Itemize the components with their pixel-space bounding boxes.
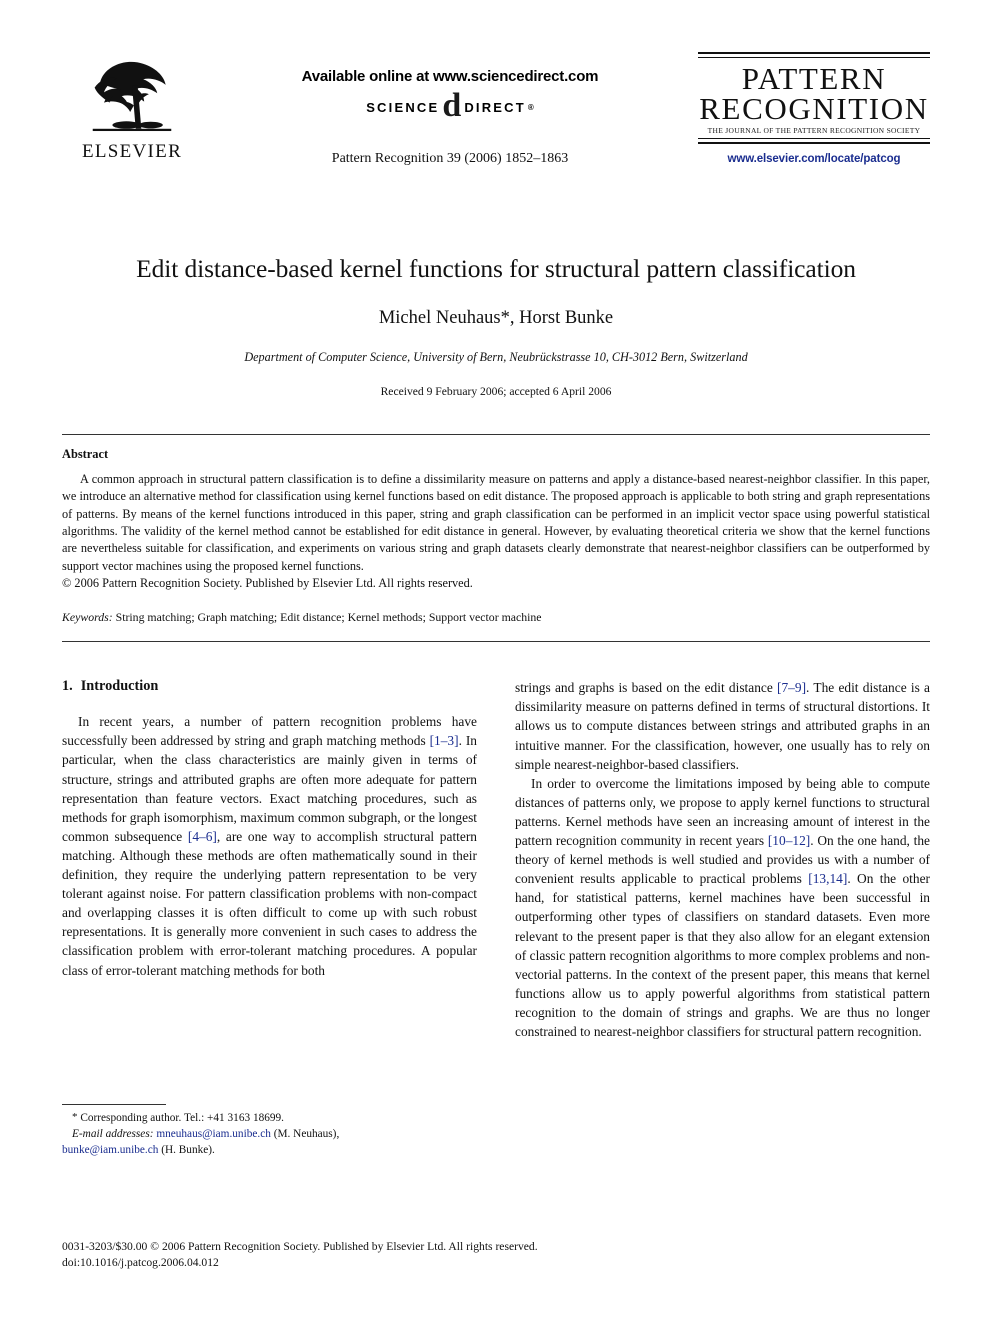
email-addresses-label: E-mail addresses: — [72, 1128, 154, 1141]
citation-ref-13-14[interactable]: [13,14] — [808, 871, 847, 886]
corresponding-author-text: Corresponding author. Tel.: +41 3163 186… — [77, 1112, 285, 1125]
email-owner-neuhaus: (M. Neuhaus), — [270, 1128, 340, 1141]
right-p2-part-c: . On the other hand, for statistical pat… — [515, 871, 930, 1039]
masthead: ELSEVIER Available online at www.science… — [62, 0, 930, 212]
available-online-text: Available online at www.sciencedirect.co… — [301, 68, 599, 85]
email-note: E-mail addresses: mneuhaus@iam.unibe.ch … — [62, 1126, 477, 1142]
left-paragraph-1: In recent years, a number of pattern rec… — [62, 712, 477, 979]
keywords-values: String matching; Graph matching; Edit di… — [115, 610, 542, 625]
citation-ref-7-9[interactable]: [7–9] — [777, 680, 806, 695]
author-affiliation: Department of Computer Science, Universi… — [244, 350, 748, 364]
section-title: Introduction — [80, 678, 159, 695]
journal-citation-line: Pattern Recognition 39 (2006) 1852–1863 — [331, 151, 569, 167]
journal-logo-line1: PATTERN — [741, 61, 887, 96]
right-column: strings and graphs is based on the edit … — [515, 678, 930, 1158]
email-link-neuhaus[interactable]: mneuhaus@iam.unibe.ch — [156, 1128, 271, 1140]
footnote-divider — [62, 1104, 166, 1106]
abstract-section: Abstract A common approach in structural… — [62, 435, 930, 625]
section-heading-introduction: 1. Introduction — [62, 678, 477, 695]
email-link-bunke[interactable]: bunke@iam.unibe.ch — [62, 1144, 158, 1156]
section-number: 1. — [62, 678, 73, 695]
left-p1-part-b: . In particular, when the class characte… — [62, 733, 477, 844]
elsevier-wordmark: ELSEVIER — [81, 141, 183, 162]
issn-copyright-line: 0031-3203/$30.00 © 2006 Pattern Recognit… — [62, 1239, 538, 1253]
journal-logo: PATTERN RECOGNITION THE JOURNAL OF THE P… — [698, 52, 930, 165]
journal-homepage-link[interactable]: www.elsevier.com/locate/patcog — [698, 153, 930, 165]
article-first-page: ELSEVIER Available online at www.science… — [0, 0, 992, 1323]
elsevier-tree-icon — [92, 61, 172, 132]
abstract-bottom-divider — [62, 641, 930, 643]
citation-ref-4-6[interactable]: [4–6] — [188, 829, 217, 844]
left-p1-part-a: In recent years, a number of pattern rec… — [62, 714, 477, 749]
doi-line: doi:10.1016/j.patcog.2006.04.012 — [62, 1255, 219, 1269]
keywords-label: Keywords: — [62, 610, 113, 625]
registered-trademark-icon: ® — [527, 103, 534, 113]
abstract-body: A common approach in structural pattern … — [62, 472, 930, 573]
article-title: Edit distance-based kernel functions for… — [136, 254, 856, 283]
right-paragraph-2: In order to overcome the limitations imp… — [515, 774, 930, 1041]
email-owner-bunke: (H. Bunke). — [158, 1144, 215, 1157]
author-list: Michel Neuhaus*, Horst Bunke — [378, 308, 614, 328]
left-p1-part-c: , are one way to accomplish structural p… — [62, 828, 477, 978]
abstract-copyright: © 2006 Pattern Recognition Society. Publ… — [62, 575, 473, 590]
footnote-area: * Corresponding author. Tel.: +41 3163 1… — [62, 1104, 477, 1158]
right-paragraph-1: strings and graphs is based on the edit … — [515, 678, 930, 773]
journal-logo-top-rule — [698, 52, 930, 58]
left-column: 1. Introduction In recent years, a number… — [62, 678, 477, 1158]
journal-logo-bottom-rule — [698, 138, 930, 145]
sciencedirect-direct-word: DIRECT — [464, 100, 526, 116]
right-p1-part-a: strings and graphs is based on the edit … — [515, 680, 778, 696]
elsevier-publisher-logo: ELSEVIER — [62, 52, 202, 163]
email-note-second-line: bunke@iam.unibe.ch (H. Bunke). — [62, 1142, 477, 1158]
imprint-block: 0031-3203/$30.00 © 2006 Pattern Recognit… — [62, 1239, 762, 1271]
abstract-heading: Abstract — [62, 447, 109, 461]
body-columns: 1. Introduction In recent years, a number… — [62, 678, 930, 1158]
citation-ref-10-12[interactable]: [10–12] — [768, 833, 810, 848]
article-history: Received 9 February 2006; accepted 6 Apr… — [380, 385, 612, 398]
title-block: Edit distance-based kernel functions for… — [62, 254, 930, 398]
sciencedirect-d-mark: d — [442, 87, 462, 124]
keywords-line: Keywords: String matching; Graph matchin… — [62, 610, 930, 625]
sciencedirect-science-word: SCIENCE — [366, 100, 440, 116]
sciencedirect-block: Available online at www.sciencedirect.co… — [202, 52, 698, 167]
journal-logo-subtitle: THE JOURNAL OF THE PATTERN RECOGNITION S… — [707, 126, 921, 136]
corresponding-author-note: * Corresponding author. Tel.: +41 3163 1… — [62, 1110, 477, 1126]
citation-ref-1-3[interactable]: [1–3] — [430, 733, 459, 748]
journal-logo-line2: RECOGNITION — [699, 90, 929, 126]
sciencedirect-logo: SCIENCE d DIRECT ® — [202, 87, 698, 124]
